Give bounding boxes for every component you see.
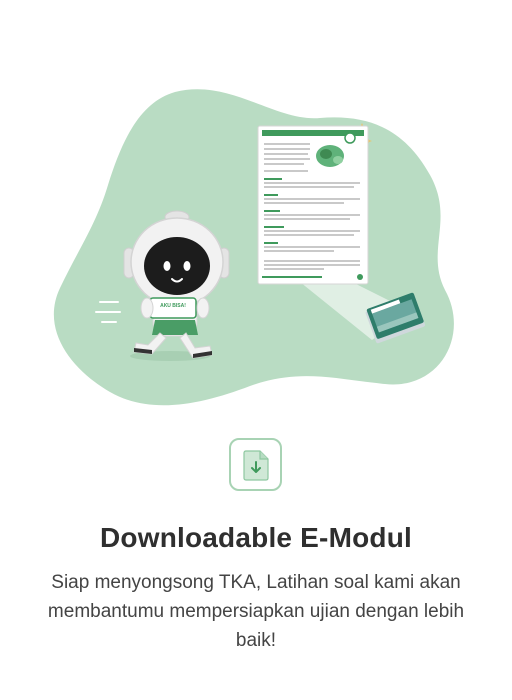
background-blob bbox=[53, 89, 454, 406]
download-file-icon bbox=[229, 438, 282, 491]
e-module-page bbox=[257, 125, 369, 285]
page-description: Siap menyongsong TKA, Latihan soal kami … bbox=[47, 572, 465, 651]
page-title: Downloadable E-Modul bbox=[100, 522, 412, 553]
mascot-badge-text: AKU BISA! bbox=[160, 303, 186, 309]
illustration-svg: AKU BISA! bbox=[53, 89, 454, 406]
file-download-icon bbox=[243, 450, 269, 481]
hero-illustration: AKU BISA! bbox=[0, 0, 512, 420]
